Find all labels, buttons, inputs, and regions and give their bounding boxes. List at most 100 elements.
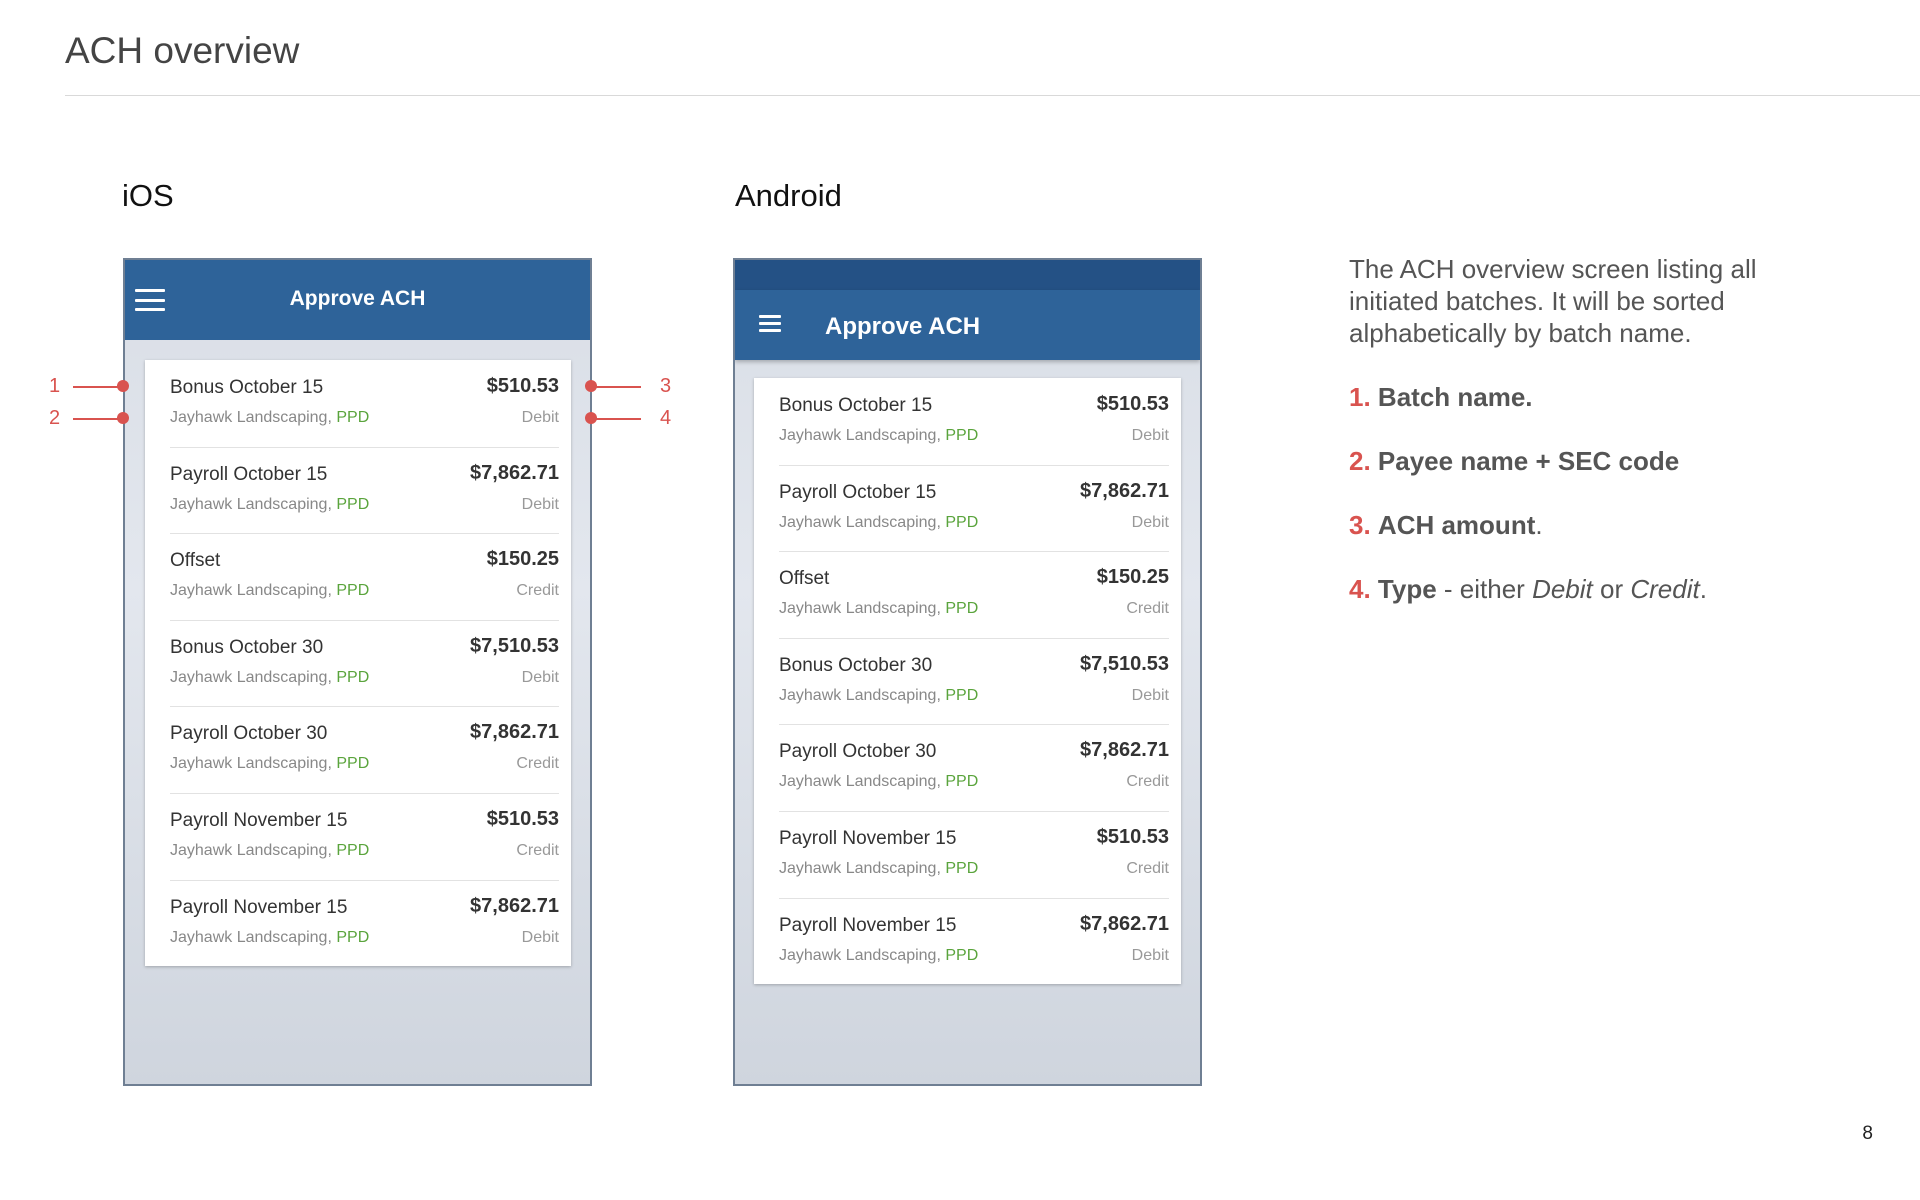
payee-label: Jayhawk Landscaping, xyxy=(779,513,941,531)
batch-name: Payroll November 15 xyxy=(779,827,957,849)
callout-line-3 xyxy=(591,386,641,388)
payee-name: Jayhawk Landscaping, PPD xyxy=(170,496,369,514)
sec-code: PPD xyxy=(945,773,979,791)
payee-name: Jayhawk Landscaping, PPD xyxy=(779,687,978,705)
ach-batch-row[interactable]: Payroll November 15 $510.53 Jayhawk Landsc… xyxy=(754,810,1181,898)
ach-type: Debit xyxy=(1131,686,1169,704)
ach-type: Debit xyxy=(1131,946,1169,964)
ios-label: iOS xyxy=(122,178,174,213)
ach-amount: $150.25 xyxy=(486,548,559,571)
batch-name: Offset xyxy=(779,568,830,590)
payee-name: Jayhawk Landscaping, PPD xyxy=(779,860,978,878)
payee-label: Jayhawk Landscaping, xyxy=(170,668,332,686)
android-label: Android xyxy=(735,178,842,213)
ach-amount: $510.53 xyxy=(486,375,559,397)
android-app-bar: Approve ACH xyxy=(735,290,1200,360)
app-bar-title: Approve ACH xyxy=(825,313,981,340)
page-title: ACH overview xyxy=(65,30,300,71)
sec-code: PPD xyxy=(945,946,979,964)
ach-amount: $510.53 xyxy=(1096,825,1169,848)
payee-label: Jayhawk Landscaping, xyxy=(170,755,332,773)
sec-code: PPD xyxy=(336,841,370,859)
ach-type: Debit xyxy=(521,409,559,426)
ach-amount: $7,862.71 xyxy=(1080,479,1169,502)
ach-batch-row[interactable]: Payroll November 15 $510.53 Jayhawk Landsc… xyxy=(145,792,571,880)
payee-name: Jayhawk Landscaping, PPD xyxy=(779,600,978,618)
ach-batch-row[interactable]: Offset $150.25 Jayhawk Landscaping, PPD Cre… xyxy=(754,551,1181,638)
callout-dot-1 xyxy=(117,380,129,392)
ach-batch-row[interactable]: Payroll October 15 $7,862.71 Jayhawk Lands… xyxy=(754,464,1181,552)
sec-code: PPD xyxy=(336,495,370,513)
sec-code: PPD xyxy=(945,600,979,618)
payee-name: Jayhawk Landscaping, PPD xyxy=(170,582,369,600)
ach-type: Debit xyxy=(521,668,559,686)
menu-icon[interactable] xyxy=(759,315,781,332)
ach-type: Credit xyxy=(1126,600,1169,618)
ach-batch-row[interactable]: Bonus October 30 $7,510.53 Jayhawk Landsca… xyxy=(145,619,571,707)
ach-type: Credit xyxy=(516,841,559,859)
legend-item-2: 2. Payee name + SEC code xyxy=(1349,446,1680,476)
ach-type: Debit xyxy=(521,928,559,946)
android-status-bar xyxy=(735,260,1200,290)
payee-name: Jayhawk Landscaping, PPD xyxy=(170,755,369,773)
payee-name: Jayhawk Landscaping, PPD xyxy=(779,514,978,532)
ach-batch-row[interactable]: Payroll November 15 $7,862.71 Jayhawk Land… xyxy=(754,897,1181,985)
sec-code: PPD xyxy=(336,928,370,946)
batch-name: Payroll October 30 xyxy=(170,723,328,745)
payee-name: Jayhawk Landscaping, PPD xyxy=(779,773,978,791)
legend-item-1: 1. Batch name. xyxy=(1349,382,1533,412)
ach-batch-row[interactable]: Payroll October 30 $7,862.71 Jayhawk Lands… xyxy=(145,706,571,793)
ach-amount: $7,510.53 xyxy=(1080,652,1169,675)
ach-type: Debit xyxy=(521,495,559,513)
ach-batch-row[interactable]: Bonus October 15 $510.53 Jayhawk Landscapi… xyxy=(754,378,1181,465)
ach-batch-row[interactable]: Bonus October 30 $7,510.53 Jayhawk Landsca… xyxy=(754,637,1181,725)
ach-batch-row[interactable]: Payroll November 15 $7,862.71 Jayhawk Land… xyxy=(145,879,571,967)
ach-batch-row[interactable]: Offset $150.25 Jayhawk Landscaping, PPD Cre… xyxy=(145,533,571,620)
ach-amount: $7,862.71 xyxy=(470,721,559,744)
ios-phone-mockup: Approve ACH Bonus October 15 $510.53 Jayha… xyxy=(123,258,592,1086)
sec-code: PPD xyxy=(336,582,370,600)
ach-amount: $7,862.71 xyxy=(1080,739,1169,762)
payee-label: Jayhawk Landscaping, xyxy=(779,600,941,618)
ach-list: Bonus October 15 $510.53 Jayhawk Landscapi… xyxy=(754,378,1181,985)
payee-name: Jayhawk Landscaping, PPD xyxy=(170,409,369,427)
payee-label: Jayhawk Landscaping, xyxy=(170,841,332,859)
ach-amount: $7,862.71 xyxy=(1080,912,1169,935)
payee-label: Jayhawk Landscaping, xyxy=(779,946,941,964)
payee-label: Jayhawk Landscaping, xyxy=(170,495,332,513)
batch-name: Bonus October 30 xyxy=(170,636,324,658)
sec-code: PPD xyxy=(945,513,979,531)
callout-number-4: 4 xyxy=(660,407,672,429)
batch-name: Payroll November 15 xyxy=(779,914,957,936)
callout-line-1 xyxy=(73,386,123,388)
sec-code: PPD xyxy=(336,668,370,686)
batch-name: Bonus October 15 xyxy=(779,395,933,416)
sec-code: PPD xyxy=(945,686,979,704)
sec-code: PPD xyxy=(336,755,370,773)
batch-name: Offset xyxy=(170,550,221,572)
sec-code: PPD xyxy=(945,859,979,877)
ach-list: Bonus October 15 $510.53 Jayhawk Landscapi… xyxy=(145,360,571,967)
payee-label: Jayhawk Landscaping, xyxy=(779,686,941,704)
ach-batch-row[interactable]: Bonus October 15 $510.53 Jayhawk Landscapi… xyxy=(145,360,571,447)
callout-line-2 xyxy=(73,418,123,420)
payee-name: Jayhawk Landscaping, PPD xyxy=(779,947,978,965)
sec-code: PPD xyxy=(945,427,979,444)
payee-label: Jayhawk Landscaping, xyxy=(779,859,941,877)
payee-label: Jayhawk Landscaping, xyxy=(779,427,941,444)
ach-type: Debit xyxy=(1131,513,1169,531)
ach-batch-row[interactable]: Payroll October 15 $7,862.71 Jayhawk Lands… xyxy=(145,446,571,534)
batch-name: Payroll October 30 xyxy=(779,741,937,763)
title-divider xyxy=(65,95,1920,96)
ach-amount: $7,510.53 xyxy=(470,634,559,657)
app-bar-title: Approve ACH xyxy=(289,287,426,310)
callout-dot-2 xyxy=(117,412,129,424)
sec-code: PPD xyxy=(336,409,370,426)
ach-type: Credit xyxy=(516,582,559,600)
ach-amount: $150.25 xyxy=(1096,566,1169,589)
batch-name: Payroll November 15 xyxy=(170,896,348,918)
callout-number-3: 3 xyxy=(660,375,672,397)
legend-item-4: 4. Type - either Debit or Credit. xyxy=(1349,574,1707,604)
ach-batch-row[interactable]: Payroll October 30 $7,862.71 Jayhawk Lands… xyxy=(754,724,1181,811)
ach-amount: $510.53 xyxy=(486,807,559,830)
